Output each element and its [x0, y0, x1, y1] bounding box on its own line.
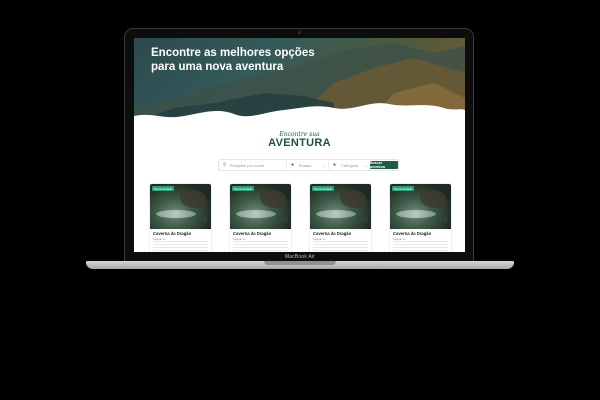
search-input[interactable]: ⚲ Pesquise por nome	[219, 160, 287, 170]
card-description	[393, 241, 448, 252]
laptop-notch	[264, 261, 336, 265]
heart-icon[interactable]: ♡	[363, 219, 368, 225]
recommended-badge: Recomendado	[232, 186, 255, 191]
chevron-down-icon: ⌄	[364, 162, 368, 168]
laptop-screen: Encontre as melhores opções para uma nov…	[134, 38, 465, 252]
hero-banner: Encontre as melhores opções para uma nov…	[134, 38, 465, 138]
heart-icon[interactable]: ♡	[443, 219, 448, 225]
adventure-card[interactable]: Recomendado ♡ Caverna da Dragão Lagoa, r…	[150, 184, 211, 252]
category-label: Categoria	[341, 162, 359, 168]
device-label: MacBook Air	[284, 254, 316, 260]
adventure-card[interactable]: Recomendado ♡ Caverna da Dragão Lagoa, r…	[390, 184, 451, 252]
recommended-badge: Recomendado	[152, 186, 175, 191]
card-description	[153, 241, 208, 252]
search-icon: ⚲	[223, 162, 227, 168]
heart-icon[interactable]: ♡	[283, 219, 288, 225]
search-placeholder: Pesquise por nome	[229, 162, 265, 168]
heart-icon[interactable]: ♡	[203, 219, 208, 225]
recommended-badge: Recomendado	[312, 186, 335, 191]
category-select[interactable]: ● Categoria ⌄	[329, 160, 371, 170]
camera	[298, 31, 301, 34]
recommended-badge: Recomendado	[392, 186, 415, 191]
card-title: Caverna da Dragão	[313, 231, 352, 236]
logo-wordmark: AVENTURA	[268, 137, 331, 149]
adventure-card[interactable]: Recomendado ♡ Caverna da Dragão Lagoa, r…	[230, 184, 291, 252]
hero-title: Encontre as melhores opções para uma nov…	[151, 47, 315, 73]
card-description	[313, 241, 368, 252]
card-description	[233, 241, 288, 252]
chevron-down-icon: ⌄	[321, 162, 325, 168]
location-pin-icon: ●	[333, 162, 337, 168]
adventure-card[interactable]: Recomendado ♡ Caverna da Dragão Lagoa, r…	[310, 184, 371, 252]
card-title: Caverna da Dragão	[153, 231, 192, 236]
card-title: Caverna da Dragão	[393, 231, 432, 236]
search-button[interactable]: Buscar aventura	[370, 161, 398, 169]
card-title: Caverna da Dragão	[233, 231, 272, 236]
state-label: Estado	[299, 162, 312, 168]
location-pin-icon: ●	[291, 162, 295, 168]
state-select[interactable]: ● Estado ⌄	[287, 160, 329, 170]
